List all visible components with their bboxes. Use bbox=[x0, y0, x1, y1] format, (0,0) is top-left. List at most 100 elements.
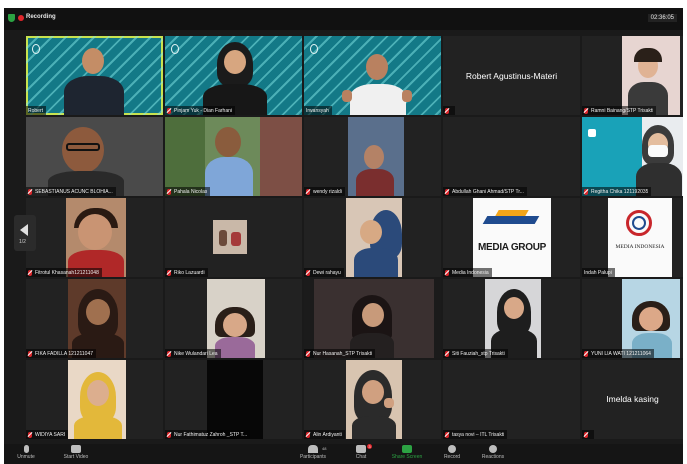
participant-tile-nur-fathimatuz[interactable]: Nur Fathimatuz Zahroh _STP T... bbox=[165, 360, 302, 439]
name-tag: Media Indonesia bbox=[443, 268, 492, 277]
participant-body bbox=[215, 337, 255, 358]
person-figure bbox=[219, 230, 227, 246]
participant-name: FIKA FADILLA 121211047 bbox=[35, 350, 94, 357]
recording-label[interactable]: Recording bbox=[26, 14, 56, 20]
name-tag: Nur Hasanah_STP Trisakti bbox=[304, 349, 376, 358]
participant-name: Robert bbox=[28, 107, 44, 114]
record-button[interactable]: Record bbox=[438, 445, 466, 460]
participant-face bbox=[78, 214, 112, 250]
face-mask bbox=[648, 145, 668, 157]
muted-mic-icon bbox=[28, 269, 32, 276]
hand-gesture bbox=[384, 398, 394, 408]
participant-tile-abdullah-ghani[interactable]: Abdullah Ghani Ahmad/STP Tr... bbox=[443, 117, 580, 196]
participant-name: Regitha Chika 121192035 bbox=[591, 188, 649, 195]
participant-tile-nur-hasanah[interactable]: Nur Hasanah_STP Trisakti bbox=[304, 279, 441, 358]
record-label: Record bbox=[443, 454, 461, 460]
start-video-button[interactable]: Start Video bbox=[56, 445, 96, 460]
participant-tile-indah-palupi[interactable]: MEDIA INDONESIA Indah Palupi bbox=[582, 198, 683, 277]
name-tag: Dewi rahayu bbox=[304, 268, 344, 277]
participant-tile-fitrotul[interactable]: Fitrotul Khasanah121211048 bbox=[26, 198, 163, 277]
participant-tile-widiya-sari[interactable]: WIDIYA SARI bbox=[26, 360, 163, 439]
name-tag: Irwansyah bbox=[304, 106, 332, 115]
participant-body bbox=[64, 76, 124, 115]
participant-tile-wendy-rizaldi[interactable]: wendy rizaldi bbox=[304, 117, 441, 196]
previous-page-button[interactable]: 1/2 bbox=[14, 215, 36, 251]
participant-face bbox=[223, 313, 247, 337]
muted-mic-icon bbox=[28, 188, 32, 195]
media-indonesia-wordmark: MEDIA INDONESIA bbox=[615, 244, 665, 250]
participant-tile-media-indonesia[interactable]: MEDIA GROUP Media Indonesia bbox=[443, 198, 580, 277]
hand-left bbox=[342, 90, 352, 102]
participant-tile-fika-fadilla[interactable]: FIKA FADILLA 121211047 bbox=[26, 279, 163, 358]
name-tag: Abdullah Ghani Ahmad/STP Tr... bbox=[443, 187, 527, 196]
participant-name: tasya novi – ITL Trisakti bbox=[452, 431, 505, 438]
participant-tile-robert[interactable]: Robert bbox=[26, 36, 163, 115]
participant-tile-pahala-nicolas[interactable]: Pahala Nicolas bbox=[165, 117, 302, 196]
name-tag: YUNI LIA WATI 121211064 bbox=[582, 349, 654, 358]
event-logo-icon bbox=[310, 44, 318, 54]
participant-face bbox=[639, 307, 663, 331]
muted-mic-icon bbox=[28, 350, 32, 357]
share-screen-button[interactable]: Share Screen bbox=[386, 445, 428, 460]
muted-mic-icon bbox=[167, 431, 171, 438]
participants-button[interactable]: 48 Participants bbox=[292, 445, 334, 460]
name-tag: Robert bbox=[26, 106, 47, 115]
reactions-button[interactable]: Reactions bbox=[476, 445, 510, 460]
participant-tile-siti-fauziah[interactable]: Siti Fauziah_stp Trisakti bbox=[443, 279, 580, 358]
participant-tile-tasya-novi[interactable]: tasya novi – ITL Trisakti bbox=[443, 360, 580, 439]
unmute-button[interactable]: Unmute bbox=[10, 445, 42, 460]
chat-button[interactable]: 3 Chat bbox=[348, 444, 374, 460]
meeting-timer: 02:36:05 bbox=[647, 14, 677, 22]
name-tag bbox=[582, 430, 594, 439]
participant-tile-nike-wulandari[interactable]: Nike Wulandari Lea bbox=[165, 279, 302, 358]
video-camera-icon bbox=[71, 445, 81, 453]
event-logo-icon bbox=[32, 44, 40, 54]
media-indonesia-logo-inner bbox=[632, 216, 646, 230]
participant-face bbox=[224, 50, 246, 74]
participant-tile-regitha-chika[interactable]: Regitha Chika 121192035 bbox=[582, 117, 683, 196]
top-bar: Recording 02:36:05 bbox=[4, 8, 683, 30]
participant-display-name: Robert Agustinus-Materi bbox=[465, 71, 558, 81]
participant-face bbox=[362, 303, 384, 327]
participant-tile-robert-agustinus[interactable]: Robert Agustinus-Materi bbox=[443, 36, 580, 115]
participant-name: Ramni Bainang/STP Trisakti bbox=[591, 107, 654, 114]
record-icon bbox=[448, 445, 456, 453]
participant-tile-imelda-kasing[interactable]: Imelda kasing bbox=[582, 360, 683, 439]
reactions-label: Reactions bbox=[481, 454, 505, 460]
muted-mic-icon bbox=[584, 107, 588, 114]
participant-tile-dian-farhani[interactable]: Pinjam Yuk - Dian Farhani bbox=[165, 36, 302, 115]
security-shield-icon[interactable] bbox=[8, 14, 15, 22]
participant-name: Nur Hasanah_STP Trisakti bbox=[313, 350, 373, 357]
participant-tile-dewi-rahayu[interactable]: Dewi rahayu bbox=[304, 198, 441, 277]
muted-mic-icon bbox=[306, 431, 310, 438]
share-screen-icon bbox=[402, 445, 412, 453]
microphone-muted-icon bbox=[23, 445, 29, 453]
muted-mic-icon bbox=[167, 350, 171, 357]
muted-mic-icon bbox=[167, 269, 171, 276]
participants-label: Participants bbox=[299, 454, 327, 460]
name-tag: Regitha Chika 121192035 bbox=[582, 187, 652, 196]
muted-mic-icon bbox=[306, 269, 310, 276]
participant-face bbox=[366, 54, 388, 80]
name-tag: Alin Ardiyanti bbox=[304, 430, 345, 439]
participant-tile-sebastianus[interactable]: SEBASTIANUS ACUNC BLOHIA... bbox=[26, 117, 163, 196]
participant-tile-riko-lazuardi[interactable]: Riko Lazuardi bbox=[165, 198, 302, 277]
muted-mic-icon bbox=[306, 350, 310, 357]
participant-tile-irwansyah[interactable]: Irwansyah bbox=[304, 36, 441, 115]
chat-unread-badge: 3 bbox=[367, 444, 372, 449]
chevron-left-icon bbox=[20, 224, 28, 236]
participant-tile-ramni-bainang[interactable]: Ramni Bainang/STP Trisakti bbox=[582, 36, 683, 115]
name-tag: SEBASTIANUS ACUNC BLOHIA... bbox=[26, 187, 116, 196]
muted-mic-icon bbox=[167, 188, 171, 195]
meeting-controls-bar: Unmute Start Video 48 Participants 3 Cha… bbox=[4, 444, 683, 464]
participant-name: Dewi rahayu bbox=[313, 269, 341, 276]
participant-tile-yuni-lia-wati[interactable]: YUNI LIA WATI 121211064 bbox=[582, 279, 683, 358]
campus-logo-icon bbox=[588, 129, 596, 137]
muted-mic-icon bbox=[306, 188, 310, 195]
name-tag: WIDIYA SARI bbox=[26, 430, 69, 439]
participant-tile-alin-ardiyanti[interactable]: Alin Ardiyanti bbox=[304, 360, 441, 439]
name-tag bbox=[443, 106, 455, 115]
eyeglasses bbox=[66, 143, 100, 151]
curtain-background bbox=[260, 117, 302, 196]
name-tag: Riko Lazuardi bbox=[165, 268, 208, 277]
